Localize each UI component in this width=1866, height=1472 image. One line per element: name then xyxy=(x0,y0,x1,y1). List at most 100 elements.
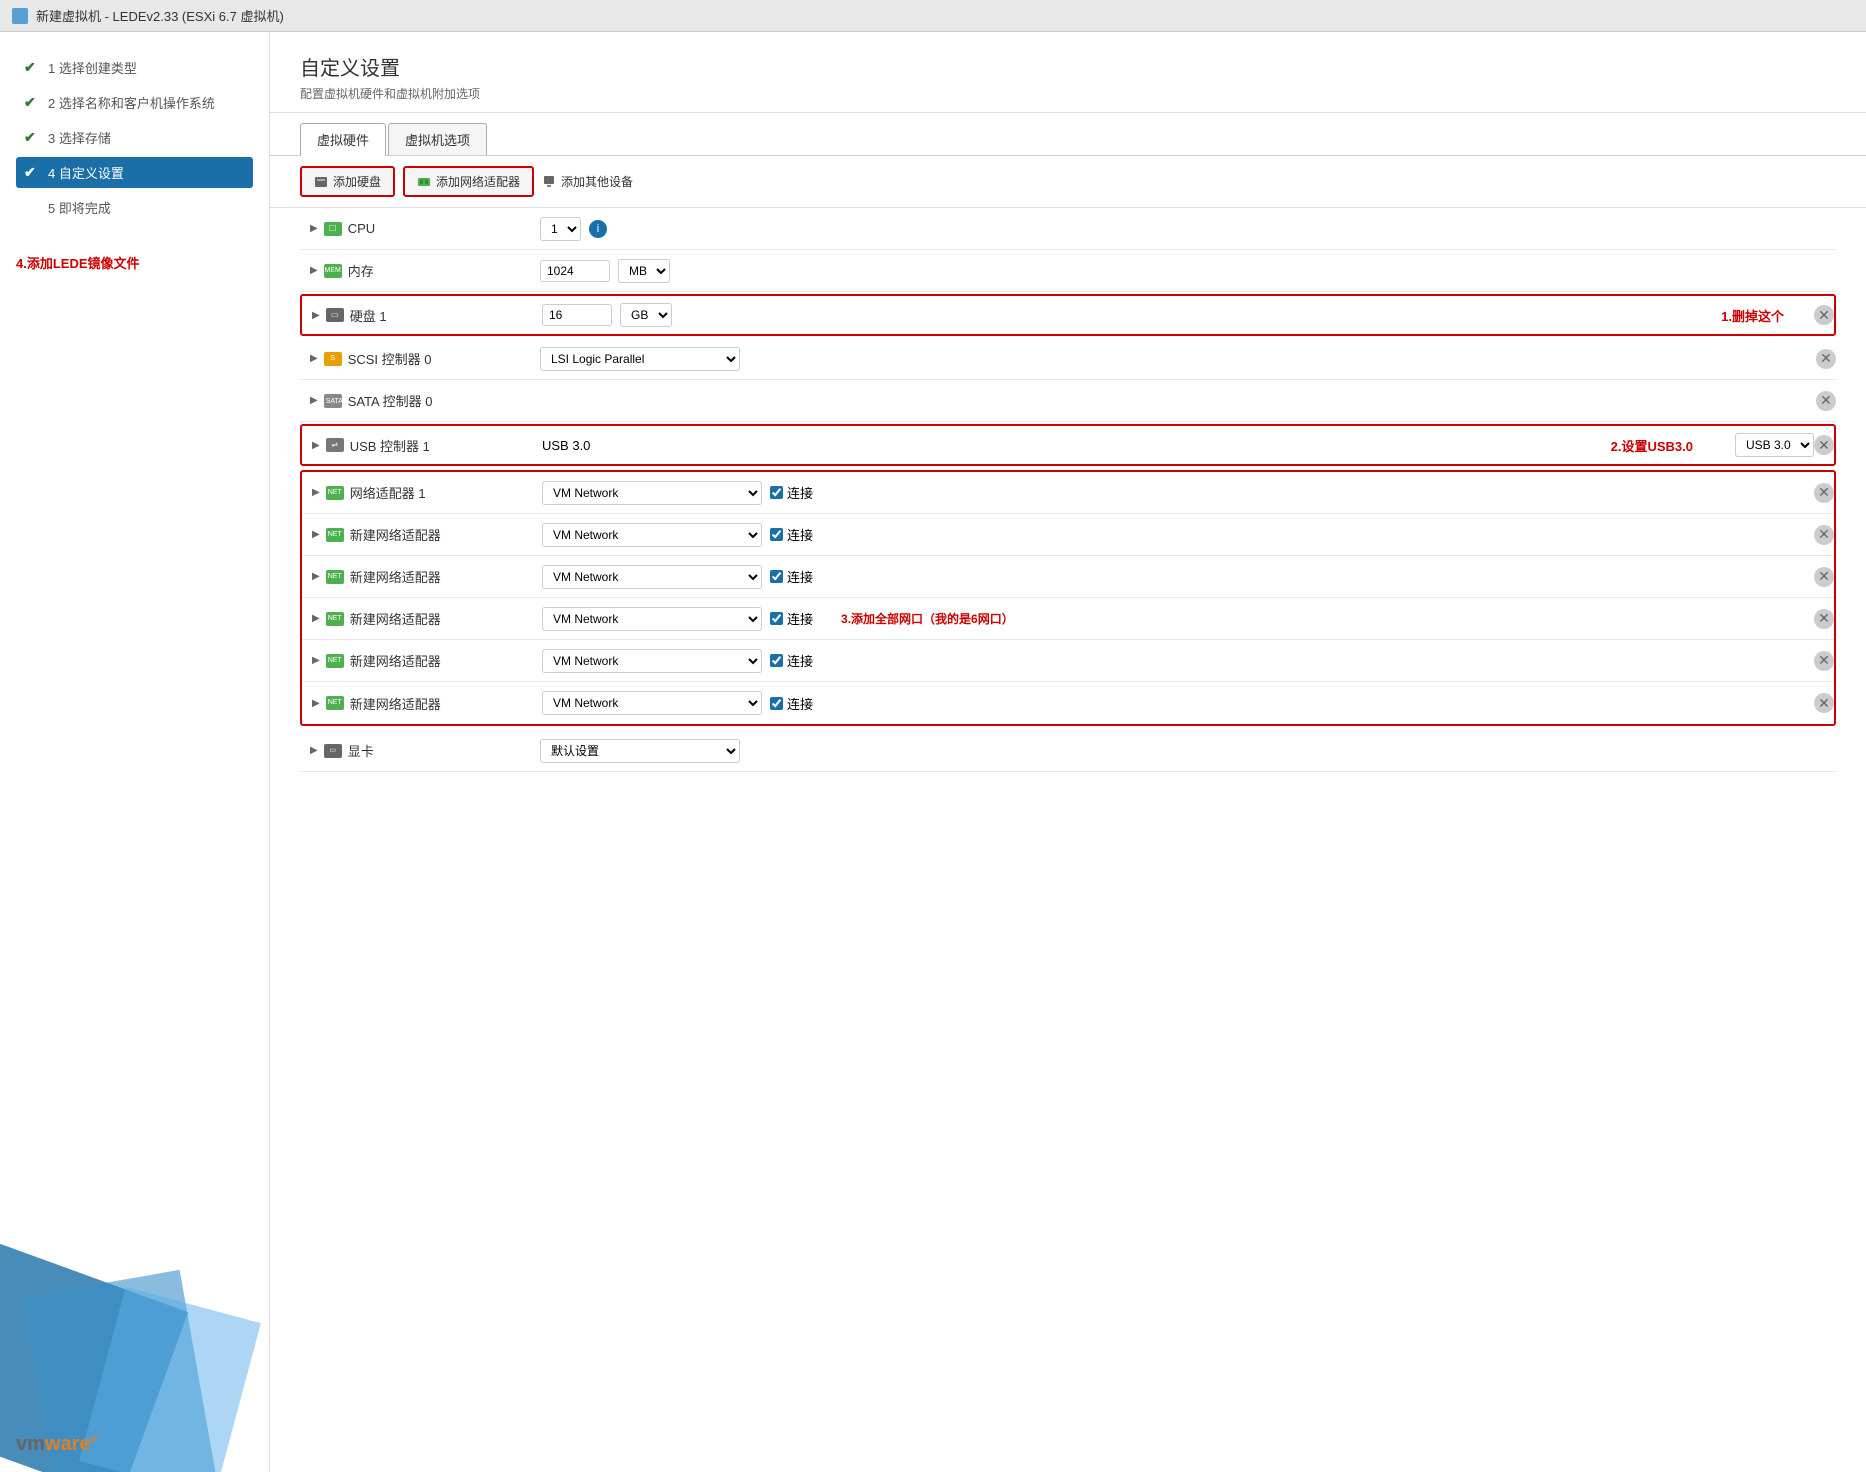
scsi-remove-button[interactable]: ✕ xyxy=(1816,349,1836,369)
ram-expand[interactable]: ▶ xyxy=(310,265,318,276)
usb-type-select[interactable]: USB 2.0 USB 3.0 xyxy=(1735,433,1814,457)
add-disk-button[interactable]: 添加硬盘 xyxy=(300,166,395,197)
sata-expand[interactable]: ▶ xyxy=(310,395,318,406)
scsi-controls: LSI Logic Parallel LSI Logic SAS VMware … xyxy=(540,347,1816,371)
net5-label: ▶ NET 新建网络适配器 xyxy=(302,651,542,670)
disk1-expand[interactable]: ▶ xyxy=(312,310,320,321)
net4-label: ▶ NET 新建网络适配器 xyxy=(302,609,542,628)
net6-label: ▶ NET 新建网络适配器 xyxy=(302,694,542,713)
step1-label: 1 选择创建类型 xyxy=(48,58,137,77)
tab-virtual-hardware[interactable]: 虚拟硬件 xyxy=(300,123,386,156)
check-icon-4: ✔ xyxy=(24,164,40,181)
net5-connect-label[interactable]: 连接 xyxy=(770,651,813,670)
net1-label: ▶ NET 网络适配器 1 xyxy=(302,483,542,502)
add-other-link[interactable]: 添加其他设备 xyxy=(542,173,633,190)
net6-text: 新建网络适配器 xyxy=(350,694,441,713)
disk1-icon: ▭ xyxy=(326,308,344,322)
cpu-expand[interactable]: ▶ xyxy=(310,223,318,234)
cpu-count-select[interactable]: 1248 xyxy=(540,217,581,241)
ram-value-input[interactable] xyxy=(540,260,610,282)
sidebar-item-step2[interactable]: ✔ 2 选择名称和客户机操作系统 xyxy=(16,87,253,118)
add-nic-label: 添加网络适配器 xyxy=(436,173,520,190)
net5-controls: VM Network 连接 xyxy=(542,649,1814,673)
disk1-remove-button[interactable]: ✕ xyxy=(1814,305,1834,325)
net1-icon: NET xyxy=(326,486,344,500)
net4-network-select[interactable]: VM Network xyxy=(542,607,762,631)
usb-row: ▶ ⇌ USB 控制器 1 USB 3.0 2.设置USB3.0 USB 2.0… xyxy=(300,424,1836,466)
net3-expand[interactable]: ▶ xyxy=(312,571,320,582)
net2-icon: NET xyxy=(326,528,344,542)
ware-text: ware xyxy=(45,1433,91,1455)
cpu-info-icon[interactable]: i xyxy=(589,220,607,238)
gpu-expand[interactable]: ▶ xyxy=(310,745,318,756)
net1-network-select[interactable]: VM Network xyxy=(542,481,762,505)
net1-expand[interactable]: ▶ xyxy=(312,487,320,498)
sidebar-item-step5[interactable]: 5 即将完成 xyxy=(16,192,253,223)
net6-connect-label[interactable]: 连接 xyxy=(770,694,813,713)
net1-remove-button[interactable]: ✕ xyxy=(1814,483,1834,503)
scsi-type-select[interactable]: LSI Logic Parallel LSI Logic SAS VMware … xyxy=(540,347,740,371)
net1-connect-label[interactable]: 连接 xyxy=(770,483,813,502)
net6-connect-text: 连接 xyxy=(787,694,813,713)
sidebar-item-step4[interactable]: ✔ 4 自定义设置 xyxy=(16,157,253,188)
ram-row: ▶ MEM 内存 MBGB xyxy=(300,250,1836,292)
usb-text: USB 控制器 1 xyxy=(350,436,430,455)
hardware-list: ▶ □ CPU 1248 i ▶ MEM 内存 xyxy=(270,208,1866,1472)
net3-remove-button[interactable]: ✕ xyxy=(1814,567,1834,587)
net5-connect-checkbox[interactable] xyxy=(770,654,783,667)
check-icon-3: ✔ xyxy=(24,129,40,146)
usb-remove-button[interactable]: ✕ xyxy=(1814,435,1834,455)
net2-connect-label[interactable]: 连接 xyxy=(770,525,813,544)
sidebar-item-step1[interactable]: ✔ 1 选择创建类型 xyxy=(16,52,253,83)
net2-connect-checkbox[interactable] xyxy=(770,528,783,541)
net1-connect-checkbox[interactable] xyxy=(770,486,783,499)
gpu-label: ▶ ▭ 显卡 xyxy=(300,741,540,760)
disk1-unit-select[interactable]: MBGB xyxy=(620,303,672,327)
net2-text: 新建网络适配器 xyxy=(350,525,441,544)
usb-expand[interactable]: ▶ xyxy=(312,440,320,451)
net4-remove-button[interactable]: ✕ xyxy=(1814,609,1834,629)
net6-remove-button[interactable]: ✕ xyxy=(1814,693,1834,713)
net2-network-select[interactable]: VM Network xyxy=(542,523,762,547)
net5-remove-button[interactable]: ✕ xyxy=(1814,651,1834,671)
net3-connect-checkbox[interactable] xyxy=(770,570,783,583)
tabs-bar: 虚拟硬件 虚拟机选项 xyxy=(270,113,1866,156)
nic-icon xyxy=(417,175,431,189)
net1-text: 网络适配器 1 xyxy=(350,483,426,502)
scsi-expand[interactable]: ▶ xyxy=(310,353,318,364)
net3-icon: NET xyxy=(326,570,344,584)
net5-expand[interactable]: ▶ xyxy=(312,655,320,666)
net5-network-select[interactable]: VM Network xyxy=(542,649,762,673)
sidebar: ✔ 1 选择创建类型 ✔ 2 选择名称和客户机操作系统 ✔ 3 选择存储 ✔ 4… xyxy=(0,32,270,1472)
monitor-icon xyxy=(542,175,556,189)
net6-connect-checkbox[interactable] xyxy=(770,697,783,710)
vm-text: vm xyxy=(16,1433,45,1455)
sata-remove-button[interactable]: ✕ xyxy=(1816,391,1836,411)
net4-connect-checkbox[interactable] xyxy=(770,612,783,625)
net2-expand[interactable]: ▶ xyxy=(312,529,320,540)
net3-network-select[interactable]: VM Network xyxy=(542,565,762,589)
sidebar-item-step3[interactable]: ✔ 3 选择存储 xyxy=(16,122,253,153)
net4-connect-label[interactable]: 连接 xyxy=(770,609,813,628)
ram-unit-select[interactable]: MBGB xyxy=(618,259,670,283)
tab-vm-options[interactable]: 虚拟机选项 xyxy=(388,123,487,155)
scsi-label: ▶ S SCSI 控制器 0 xyxy=(300,349,540,368)
net2-label: ▶ NET 新建网络适配器 xyxy=(302,525,542,544)
add-nic-button[interactable]: 添加网络适配器 xyxy=(403,166,534,197)
step2-label: 2 选择名称和客户机操作系统 xyxy=(48,93,215,112)
scsi-text: SCSI 控制器 0 xyxy=(348,349,432,368)
net6-expand[interactable]: ▶ xyxy=(312,698,320,709)
main-layout: ✔ 1 选择创建类型 ✔ 2 选择名称和客户机操作系统 ✔ 3 选择存储 ✔ 4… xyxy=(0,32,1866,1472)
check-icon-1: ✔ xyxy=(24,59,40,76)
check-icon-2: ✔ xyxy=(24,94,40,111)
net4-expand[interactable]: ▶ xyxy=(312,613,320,624)
net6-network-select[interactable]: VM Network xyxy=(542,691,762,715)
net3-connect-label[interactable]: 连接 xyxy=(770,567,813,586)
step4-label: 4 自定义设置 xyxy=(48,163,124,182)
gpu-setting-select[interactable]: 默认设置 xyxy=(540,739,740,763)
net2-remove-button[interactable]: ✕ xyxy=(1814,525,1834,545)
disk1-value-input[interactable] xyxy=(542,304,612,326)
net4-connect-text: 连接 xyxy=(787,609,813,628)
gpu-controls: 默认设置 xyxy=(540,739,1836,763)
page-subtitle: 配置虚拟机硬件和虚拟机附加选项 xyxy=(300,85,1836,102)
